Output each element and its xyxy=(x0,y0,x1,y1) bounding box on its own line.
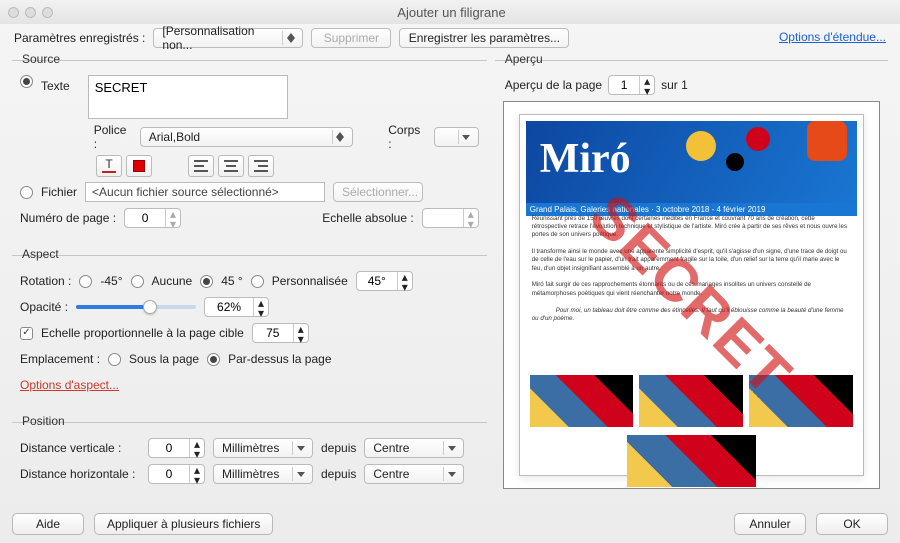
numero-page-spinner[interactable]: ▴▾ xyxy=(124,208,181,228)
preset-value: [Personnalisation non... xyxy=(162,24,276,52)
echelle-prop-check[interactable] xyxy=(20,327,33,340)
police-select[interactable]: Arial,Bold xyxy=(140,127,353,147)
opacity-slider[interactable] xyxy=(76,305,196,309)
ok-button[interactable]: OK xyxy=(816,513,888,535)
annuler-button[interactable]: Annuler xyxy=(734,513,806,535)
align-left-button[interactable] xyxy=(188,155,214,177)
dialog-window: Ajouter un filigrane Paramètres enregist… xyxy=(0,0,900,543)
preview-thumb-row-1 xyxy=(530,375,853,427)
params-label: Paramètres enregistrés : xyxy=(14,31,145,45)
caret-icon xyxy=(282,31,294,45)
texte-radio-label: Texte xyxy=(41,75,70,93)
apply-multi-button[interactable]: Appliquer à plusieurs fichiers xyxy=(94,513,273,535)
dist-v-origin-select[interactable]: Centre xyxy=(364,438,464,458)
preview-thumbnail xyxy=(639,375,743,427)
rot-custom-radio[interactable] xyxy=(251,275,264,288)
fichier-radio-label: Fichier xyxy=(41,185,77,199)
chevron-down-icon[interactable]: ▾ xyxy=(190,475,204,485)
police-value: Arial,Bold xyxy=(149,130,200,144)
chevron-down-icon[interactable]: ▾ xyxy=(166,219,180,229)
caret-icon xyxy=(292,441,304,455)
police-label: Police : xyxy=(94,123,132,151)
numero-page-label: Numéro de page : xyxy=(20,211,116,225)
chevron-down-icon[interactable]: ▾ xyxy=(464,219,478,229)
sous-page-radio[interactable] xyxy=(108,353,121,366)
dist-v-label: Distance verticale : xyxy=(20,441,140,455)
fichier-path: <Aucun fichier source sélectionné> xyxy=(85,182,325,202)
rot-m45-radio[interactable] xyxy=(79,275,92,288)
rot-45-radio[interactable] xyxy=(200,275,213,288)
numero-page-input[interactable] xyxy=(125,209,165,227)
delete-preset-button[interactable]: Supprimer xyxy=(311,28,391,48)
options-aspect-link[interactable]: Options d'aspect... xyxy=(20,378,119,392)
caret-icon xyxy=(458,130,470,144)
rot-custom-spinner[interactable]: ▴▾ xyxy=(356,271,413,291)
echelle-abs-label: Echelle absolue : xyxy=(322,211,413,225)
caret-icon xyxy=(443,467,455,481)
apercu-page-spinner[interactable]: ▴▾ xyxy=(608,75,655,95)
echelle-prop-label: Echelle proportionnelle à la page cible xyxy=(41,326,244,340)
window-title: Ajouter un filigrane xyxy=(63,5,900,20)
apercu-group: Aperçu de la page ▴▾ sur 1 xyxy=(495,60,888,497)
apercu-page-total: sur 1 xyxy=(661,78,688,92)
apercu-page-label: Aperçu de la page xyxy=(505,78,602,92)
minimize-icon[interactable] xyxy=(25,7,36,18)
preview-thumbnail xyxy=(530,375,634,427)
titlebar: Ajouter un filigrane xyxy=(0,0,900,24)
dist-v-unit-select[interactable]: Millimètres xyxy=(213,438,313,458)
window-controls xyxy=(8,7,53,18)
select-file-button[interactable]: Sélectionner... xyxy=(333,182,423,202)
corps-label: Corps : xyxy=(388,123,425,151)
dessus-page-radio[interactable] xyxy=(207,353,220,366)
preview-thumbnail xyxy=(749,375,853,427)
save-params-button[interactable]: Enregistrer les paramètres... xyxy=(399,28,569,48)
texte-input[interactable]: SECRET xyxy=(88,75,288,119)
dist-v-spinner[interactable]: ▴▾ xyxy=(148,438,205,458)
texte-radio[interactable] xyxy=(20,75,33,88)
dist-h-label: Distance horizontale : xyxy=(20,467,140,481)
close-icon[interactable] xyxy=(8,7,19,18)
dist-h-origin-select[interactable]: Centre xyxy=(364,464,464,484)
chevron-down-icon[interactable]: ▾ xyxy=(640,86,654,96)
echelle-abs-input[interactable] xyxy=(423,209,463,227)
chevron-down-icon[interactable]: ▾ xyxy=(398,282,412,292)
preview-doc-title: Miró xyxy=(540,135,631,183)
preview-page: Miró Grand Palais, Galeries nationales ·… xyxy=(519,114,864,477)
align-right-button[interactable] xyxy=(248,155,274,177)
echelle-prop-spinner[interactable]: ▴▾ xyxy=(252,323,309,343)
caret-icon xyxy=(443,441,455,455)
chevron-down-icon[interactable]: ▾ xyxy=(294,334,308,344)
chevron-down-icon[interactable]: ▾ xyxy=(190,449,204,459)
preview-thumb-row-2 xyxy=(530,435,853,487)
dist-h-unit-select[interactable]: Millimètres xyxy=(213,464,313,484)
rot-none-radio[interactable] xyxy=(131,275,144,288)
aspect-group: Rotation : -45° Aucune 45 ° Personnalisé… xyxy=(12,255,487,408)
options-etendue-link[interactable]: Options d'étendue... xyxy=(779,30,886,44)
position-group: Distance verticale : ▴▾ Millimètres depu… xyxy=(12,422,487,497)
zoom-icon[interactable] xyxy=(42,7,53,18)
opacite-label: Opacité : xyxy=(20,300,68,314)
preview-canvas: Miró Grand Palais, Galeries nationales ·… xyxy=(503,101,880,489)
caret-icon xyxy=(292,467,304,481)
rotation-label: Rotation : xyxy=(20,274,71,288)
preview-thumbnail xyxy=(627,435,756,487)
corps-select[interactable] xyxy=(434,127,479,147)
preview-banner: Miró xyxy=(526,121,857,203)
chevron-down-icon[interactable]: ▾ xyxy=(254,308,268,318)
footer: Aide Appliquer à plusieurs fichiers Annu… xyxy=(12,513,888,535)
opacite-spinner[interactable]: ▴▾ xyxy=(204,297,269,317)
text-color-button[interactable] xyxy=(126,155,152,177)
caret-icon xyxy=(332,130,344,144)
underline-button[interactable]: T xyxy=(96,155,122,177)
aide-button[interactable]: Aide xyxy=(12,513,84,535)
emplacement-label: Emplacement : xyxy=(20,352,100,366)
source-group: Texte SECRET Police : Arial,Bold Corps : xyxy=(12,60,487,241)
fichier-radio[interactable] xyxy=(20,186,33,199)
dist-h-spinner[interactable]: ▴▾ xyxy=(148,464,205,484)
top-controls: Paramètres enregistrés : [Personnalisati… xyxy=(0,24,900,52)
echelle-abs-spinner[interactable]: ▴▾ xyxy=(422,208,479,228)
preview-body-text: Réunissant près de 150 œuvres dont certa… xyxy=(532,215,851,324)
align-center-button[interactable] xyxy=(218,155,244,177)
preset-select[interactable]: [Personnalisation non... xyxy=(153,28,303,48)
